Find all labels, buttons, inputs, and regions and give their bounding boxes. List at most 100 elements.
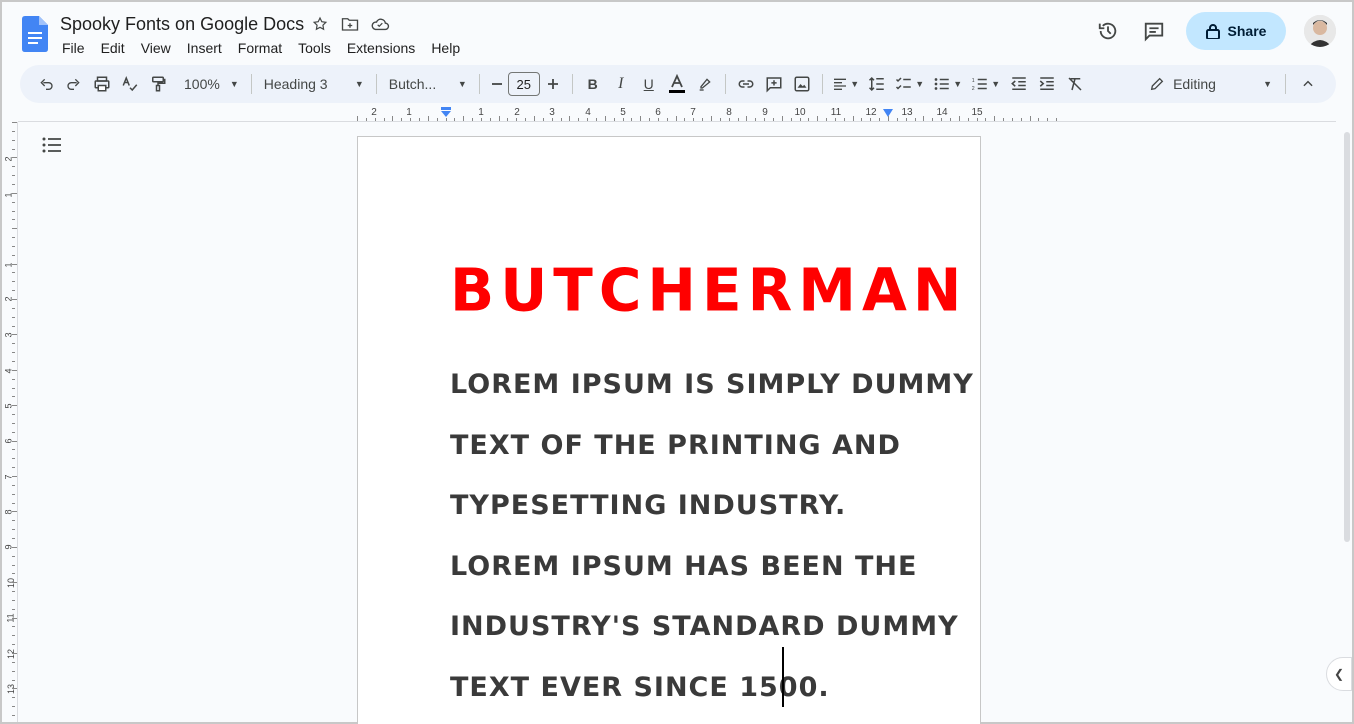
ruler-tick (12, 688, 17, 690)
menu-format[interactable]: Format (230, 39, 290, 57)
redo-icon[interactable] (60, 70, 88, 98)
document-outline-icon[interactable] (42, 136, 62, 159)
line-spacing-icon[interactable] (863, 70, 891, 98)
font-size-input[interactable]: 25 (507, 72, 540, 96)
ruler-tick (12, 396, 15, 398)
menu-insert[interactable]: Insert (179, 39, 230, 57)
ruler-mark: 11 (830, 107, 842, 118)
decrease-font-size-icon[interactable] (486, 70, 508, 98)
insert-image-icon[interactable] (788, 70, 816, 98)
decrease-indent-icon[interactable] (1005, 70, 1033, 98)
ruler-tick (12, 299, 17, 300)
star-icon[interactable] (310, 14, 330, 34)
add-comment-icon[interactable] (760, 70, 788, 98)
collapse-menus-icon[interactable] (1294, 70, 1322, 98)
toolbar-divider (250, 74, 252, 94)
ruler-tick (12, 484, 15, 486)
ruler-tick (12, 263, 17, 265)
body-line: TEXT OF THE PRINTING AND (450, 429, 901, 461)
ruler-tick (12, 360, 15, 362)
ruler-tick (12, 290, 15, 292)
underline-icon[interactable]: U (635, 70, 663, 98)
text-color-icon[interactable] (663, 70, 691, 98)
docs-logo-icon[interactable] (22, 16, 48, 52)
share-button[interactable]: Share (1186, 12, 1286, 50)
move-folder-icon[interactable] (340, 14, 360, 34)
zoom-select[interactable]: 100% ▼ (178, 76, 245, 92)
undo-icon[interactable] (32, 70, 60, 98)
document-heading[interactable]: BUTCHERMAN (450, 254, 967, 325)
style-value: Heading 3 (263, 76, 328, 92)
ruler-tick (12, 555, 15, 557)
font-select[interactable]: Butch... ▼ (383, 76, 473, 92)
comments-icon[interactable] (1140, 17, 1168, 45)
ruler-mark: 5 (620, 107, 626, 118)
link-icon[interactable] (732, 70, 760, 98)
document-page[interactable]: BUTCHERMAN LOREM IPSUM IS SIMPLY DUMMY T… (357, 136, 981, 724)
ruler-mark: 2 (514, 107, 520, 118)
clear-formatting-icon[interactable] (1061, 70, 1089, 98)
increase-font-size-icon[interactable] (540, 70, 566, 98)
ruler-tick (12, 352, 15, 354)
menu-extensions[interactable]: Extensions (339, 39, 423, 57)
bold-icon[interactable]: B (579, 70, 607, 98)
menu-view[interactable]: View (133, 39, 179, 57)
svg-text:1: 1 (972, 78, 975, 84)
paint-format-icon[interactable] (144, 70, 172, 98)
ruler-tick (12, 254, 15, 256)
share-label: Share (1227, 23, 1267, 39)
ruler-tick (12, 316, 15, 318)
spellcheck-icon[interactable] (116, 70, 144, 98)
toolbar-divider (571, 74, 573, 94)
ruler-tick (12, 378, 15, 380)
ruler-tick (12, 546, 17, 548)
ruler-mark: 10 (794, 107, 806, 118)
text-cursor (782, 647, 784, 707)
ruler-tick (12, 520, 15, 522)
menu-file[interactable]: File (54, 39, 93, 57)
ruler-mark: 7 (690, 107, 696, 118)
side-panel-toggle[interactable]: ❮ (1326, 657, 1352, 691)
bulleted-list-icon[interactable]: ▼ (929, 70, 967, 98)
ruler-mark: 4 (585, 107, 591, 118)
ruler-tick (12, 458, 15, 460)
version-history-icon[interactable] (1094, 17, 1122, 45)
lock-icon (1205, 24, 1220, 39)
increase-indent-icon[interactable] (1033, 70, 1061, 98)
vertical-ruler[interactable]: 2 1 1 2 3 4 5 6 7 8 9 10 11 12 13 (4, 122, 18, 722)
document-body[interactable]: LOREM IPSUM IS SIMPLY DUMMY TEXT OF THE … (450, 355, 973, 718)
menu-edit[interactable]: Edit (93, 39, 133, 57)
chevron-left-icon: ❮ (1333, 667, 1345, 681)
style-select[interactable]: Heading 3 ▼ (258, 76, 370, 92)
editing-mode-select[interactable]: Editing ▼ (1149, 70, 1272, 98)
document-title[interactable]: Spooky Fonts on Google Docs (60, 14, 304, 35)
highlight-icon[interactable] (691, 70, 719, 98)
numbered-list-icon[interactable]: 1 2 ▼ (967, 70, 1005, 98)
ruler-tick (12, 281, 15, 283)
align-icon[interactable]: ▼ (829, 70, 863, 98)
chevron-down-icon: ▼ (1263, 79, 1272, 89)
horizontal-ruler[interactable]: 2 1 1 2 3 4 5 6 7 8 9 10 11 12 13 14 15 (357, 105, 1058, 121)
checklist-icon[interactable]: ▼ (891, 70, 929, 98)
ruler-tick (12, 608, 15, 610)
ruler-tick (12, 661, 15, 663)
title-bar: Spooky Fonts on Google Docs File Edit Vi… (2, 2, 1352, 64)
svg-text:2: 2 (972, 86, 975, 92)
ruler-mark: 2 (371, 107, 377, 118)
menu-help[interactable]: Help (423, 39, 468, 57)
ruler-tick (12, 369, 17, 371)
print-icon[interactable] (88, 70, 116, 98)
ruler-tick (12, 697, 15, 699)
ruler-tick (12, 653, 17, 654)
menu-tools[interactable]: Tools (290, 39, 339, 57)
ruler-tick (12, 130, 15, 132)
ruler-tick (12, 183, 15, 185)
ruler-tick (12, 166, 15, 168)
ruler-mark: 8 (726, 107, 732, 118)
cloud-saved-icon[interactable] (370, 14, 390, 34)
vertical-scrollbar[interactable] (1344, 132, 1350, 542)
avatar[interactable] (1304, 15, 1336, 47)
editing-mode-label: Editing (1173, 76, 1216, 92)
ruler-mark: 6 (655, 107, 661, 118)
italic-icon[interactable]: I (607, 70, 635, 98)
